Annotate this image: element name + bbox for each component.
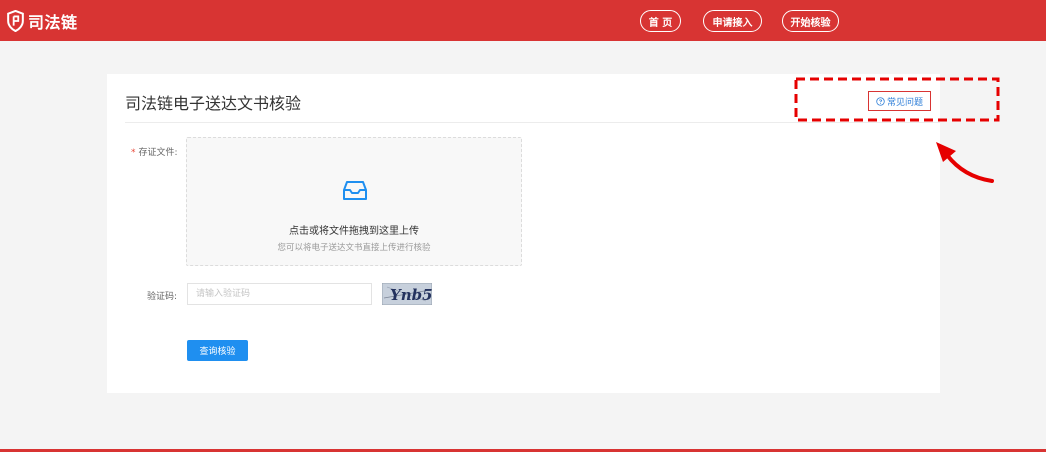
- file-label: * 存证文件:: [131, 145, 178, 158]
- logo-shield-icon: [7, 10, 24, 32]
- captcha-input[interactable]: [187, 283, 372, 305]
- title-divider: [125, 122, 940, 123]
- logo-text: 司法链: [28, 13, 78, 32]
- file-label-text: 存证文件:: [138, 148, 178, 158]
- captcha-text: Ynb5: [390, 286, 432, 304]
- logo[interactable]: 司法链: [6, 9, 78, 33]
- submit-verify-button[interactable]: 查询核验: [187, 340, 248, 361]
- captcha-image[interactable]: Ynb5: [382, 283, 432, 305]
- nav-start-verify-button[interactable]: 开始核验: [782, 10, 839, 32]
- upload-title: 点击或将文件拖拽到这里上传: [289, 226, 419, 237]
- annotation-dashed-box: [794, 77, 1000, 122]
- annotation-arrow-icon: [936, 142, 994, 183]
- top-navbar: 司法链 首 页 申请接入 开始核验: [0, 0, 1046, 41]
- page-title: 司法链电子送达文书核验: [125, 94, 302, 113]
- nav-apply-access-button[interactable]: 申请接入: [703, 10, 762, 32]
- required-mark: *: [131, 148, 136, 158]
- captcha-label: 验证码:: [147, 292, 178, 302]
- inbox-icon: [343, 181, 367, 200]
- file-upload-dropzone[interactable]: 点击或将文件拖拽到这里上传 您可以将电子送达文书直接上传进行核验: [186, 137, 522, 266]
- nav-home-button[interactable]: 首 页: [640, 10, 681, 32]
- upload-hint: 您可以将电子送达文书直接上传进行核验: [277, 243, 431, 253]
